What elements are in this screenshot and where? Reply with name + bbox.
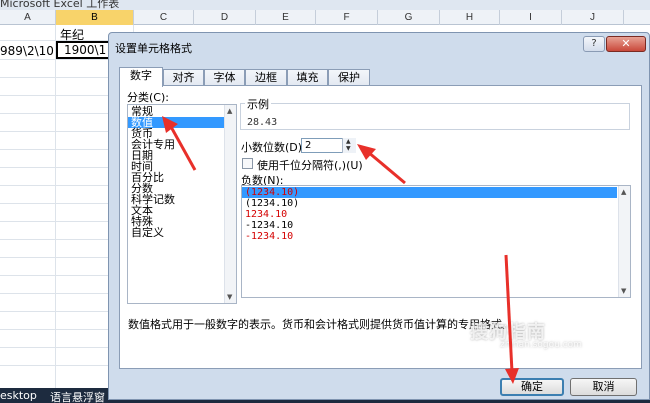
active-cell-b2[interactable]: 1900\1	[56, 41, 111, 59]
sample-label: 示例	[245, 96, 271, 112]
scroll-up-icon[interactable]: ▲	[621, 188, 626, 196]
tab-fill[interactable]: 填充	[287, 69, 328, 86]
category-label: 分类(C):	[127, 91, 169, 104]
column-header-c[interactable]: C	[134, 10, 194, 25]
category-scrollbar[interactable]: ▲ ▼	[224, 105, 236, 303]
ok-button[interactable]: 确定	[500, 378, 564, 396]
column-header-i[interactable]: I	[500, 10, 562, 25]
column-header-e[interactable]: E	[256, 10, 316, 25]
scroll-up-icon[interactable]: ▲	[227, 107, 232, 115]
column-header-d[interactable]: D	[194, 10, 256, 25]
format-description: 数值格式用于一般数字的表示。货币和会计格式则提供货币值计算的专用格式。	[128, 318, 513, 331]
column-header-g[interactable]: G	[378, 10, 440, 25]
negative-option[interactable]: -1234.10	[242, 220, 617, 231]
sample-value: 28.43	[247, 117, 278, 128]
category-list[interactable]: 常规 数值 货币 会计专用 日期 时间 百分比 分数 科学记数 文本 特殊 自定…	[127, 104, 237, 304]
column-header-row: A B C D E F G H I J	[0, 10, 650, 25]
excel-title-bar: Microsoft Excel 工作表	[0, 0, 650, 10]
number-tab-panel: 分类(C): 常规 数值 货币 会计专用 日期 时间 百分比 分数 科学记数 文…	[119, 85, 642, 369]
negative-numbers-scrollbar[interactable]: ▲ ▼	[618, 186, 630, 297]
tab-alignment[interactable]: 对齐	[163, 69, 204, 86]
close-button[interactable]: ✕	[606, 36, 646, 52]
tab-protection[interactable]: 保护	[328, 69, 370, 86]
tab-number[interactable]: 数字	[119, 67, 163, 87]
decimal-places-label: 小数位数(D):	[241, 141, 306, 154]
column-header-a[interactable]: A	[0, 10, 56, 25]
spin-up-icon[interactable]: ▲	[346, 138, 351, 145]
watermark-url: zhinan.sogou.com	[500, 340, 582, 350]
tab-font[interactable]: 字体	[204, 69, 245, 86]
scroll-down-icon[interactable]: ▼	[621, 287, 626, 295]
scroll-down-icon[interactable]: ▼	[227, 293, 232, 301]
column-header-j[interactable]: J	[562, 10, 624, 25]
column-header-h[interactable]: H	[440, 10, 500, 25]
column-header-b[interactable]: B	[56, 10, 134, 25]
negative-option[interactable]: -1234.10	[242, 231, 617, 242]
category-item-custom[interactable]: 自定义	[128, 227, 224, 238]
taskbar-item-desktop[interactable]: esktop	[0, 389, 37, 402]
excel-window-title: Microsoft Excel 工作表	[0, 0, 120, 10]
decimal-places-spinner[interactable]: ▲ ▼	[342, 138, 356, 153]
taskbar-item-language-bar[interactable]: 语言悬浮窗	[50, 389, 105, 403]
sample-group: 示例 28.43	[240, 96, 630, 130]
thousands-separator-checkbox[interactable]	[242, 158, 253, 169]
spin-down-icon[interactable]: ▼	[346, 145, 351, 152]
negative-option[interactable]: (1234.10)	[242, 198, 617, 209]
negative-option[interactable]: (1234.10)	[242, 187, 617, 198]
help-button[interactable]: ?	[583, 36, 605, 52]
column-header-f[interactable]: F	[316, 10, 378, 25]
tab-border[interactable]: 边框	[245, 69, 287, 86]
cell-a2[interactable]: 989\2\10	[0, 44, 54, 58]
cancel-button[interactable]: 取消	[570, 378, 637, 396]
negative-numbers-list[interactable]: (1234.10) (1234.10) 1234.10 -1234.10 -12…	[241, 185, 631, 298]
thousands-separator-label: 使用千位分隔符(,)(U)	[257, 159, 363, 172]
negative-option[interactable]: 1234.10	[242, 209, 617, 220]
dialog-title: 设置单元格格式	[115, 42, 192, 55]
